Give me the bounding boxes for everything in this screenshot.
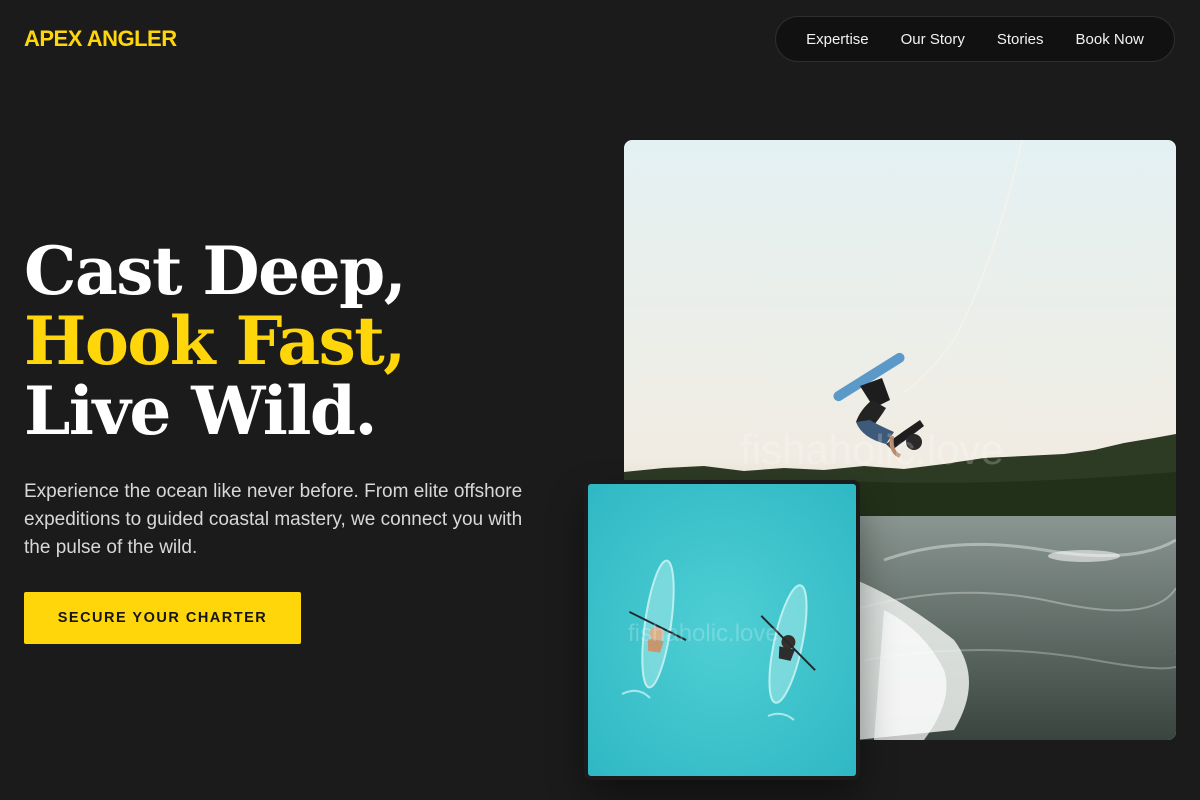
headline-line-2: Hook Fast,	[24, 302, 406, 380]
nav-item-book-now[interactable]: Book Now	[1076, 31, 1144, 48]
headline-line-1: Cast Deep,	[24, 232, 407, 310]
nav-item-expertise[interactable]: Expertise	[806, 31, 869, 48]
hero-description: Experience the ocean like never before. …	[24, 481, 523, 558]
secure-charter-button[interactable]: SECURE YOUR CHARTER	[24, 592, 301, 644]
nav-item-our-story[interactable]: Our Story	[901, 31, 965, 48]
kayak-photo-image	[588, 484, 856, 776]
nav-item-stories[interactable]: Stories	[997, 31, 1044, 48]
hero-headline: Cast Deep, Hook Fast, Live Wild.	[24, 232, 407, 450]
brand-logo[interactable]: APEX ANGLER	[24, 26, 177, 52]
headline-line-3: Live Wild.	[24, 372, 378, 450]
kayak-photo: fishaholic.love	[588, 484, 856, 776]
main-nav: Expertise Our Story Stories Book Now	[775, 16, 1175, 62]
